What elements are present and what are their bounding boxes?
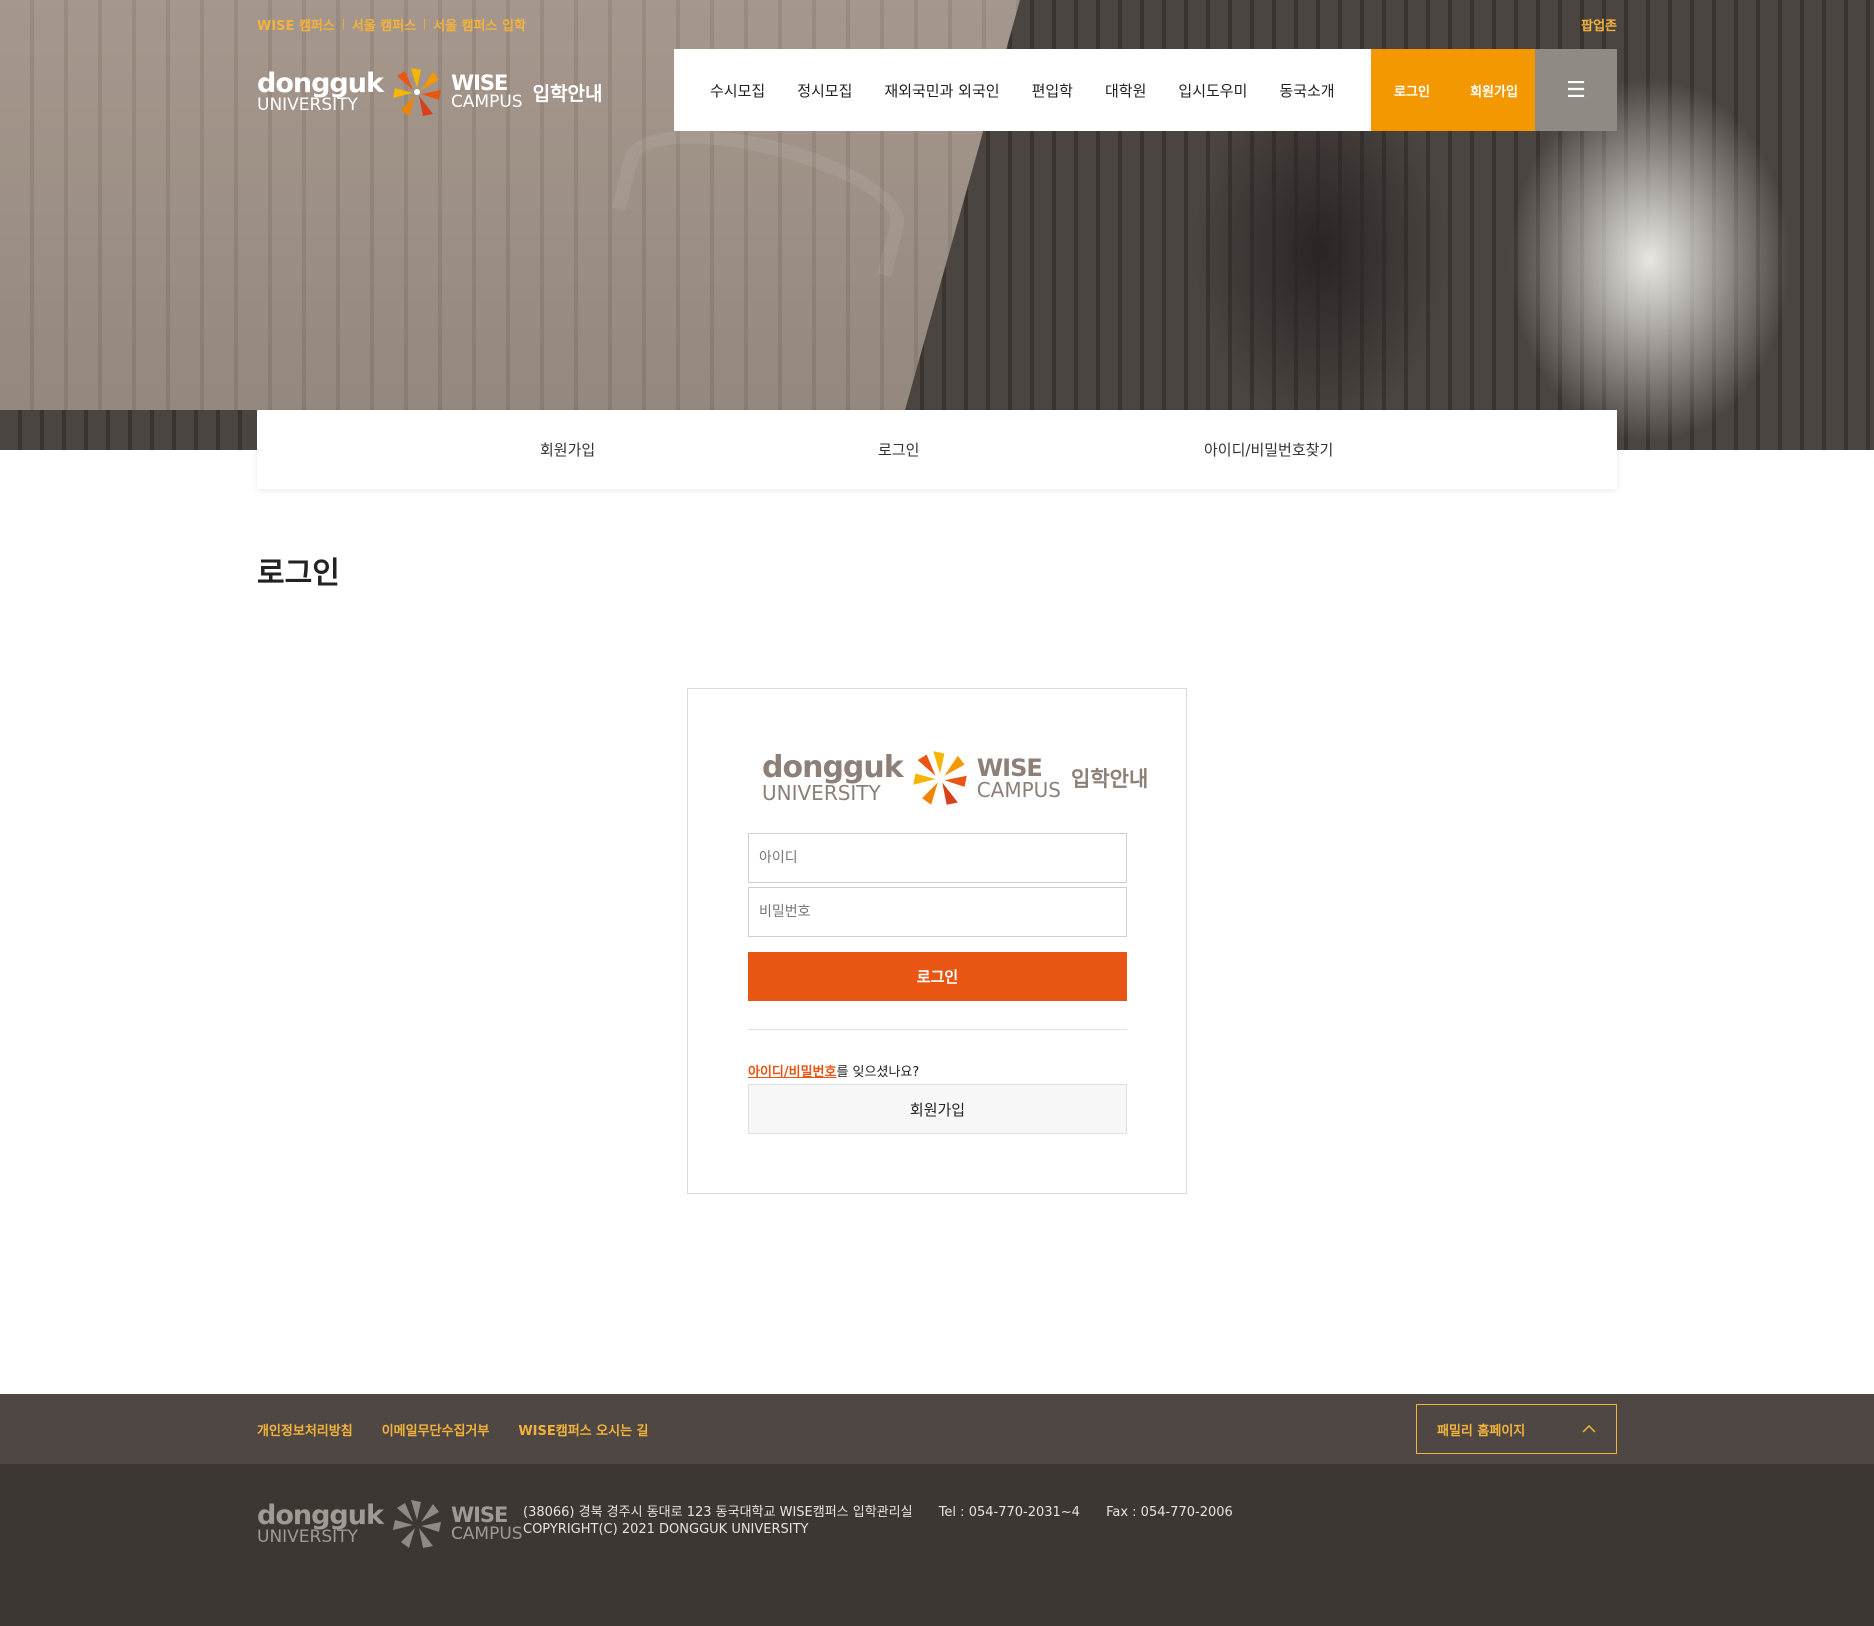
password-input[interactable] [748,887,1127,937]
tab-find-account[interactable]: 아이디/비밀번호찾기 [1204,439,1333,460]
sunburst-logo-icon [912,751,967,805]
footer-links: 개인정보처리방침 이메일무단수집거부 WISE캠퍼스 오시는 길 [257,1420,678,1439]
hero-banner: WISE 캠퍼스 서울 캠퍼스 서울 캠퍼스 입학 팝업존 dongguk UN… [0,0,1874,450]
logo-text: dongguk [257,68,384,99]
footer-contact-row: (38066) 경북 경주시 동대로 123 동국대학교 WISE캠퍼스 입학관… [523,1504,1255,1521]
footer-copyright: COPYRIGHT(C) 2021 DONGGUK UNIVERSITY [523,1522,809,1537]
family-site-label: 패밀리 홈페이지 [1437,1423,1526,1439]
find-account-link[interactable]: 아이디/비밀번호 [748,1065,836,1080]
divider [342,19,344,30]
chevron-up-icon [1582,1425,1596,1433]
join-button[interactable]: 회원가입 [1453,49,1535,131]
sunburst-logo-icon [392,68,441,116]
footer-info: (38066) 경북 경주시 동대로 123 동국대학교 WISE캠퍼스 입학관… [523,1504,1255,1538]
link-wise-campus[interactable]: WISE 캠퍼스 [257,15,335,34]
campus-wordmark: WISE CAMPUS [451,1505,523,1543]
logo-text: CAMPUS [450,1524,523,1544]
campus-wordmark: WISE CAMPUS [451,73,523,111]
nav-item-overseas[interactable]: 재외국민과 외국인 [884,80,999,101]
forgot-suffix: 를 잊으셨나요? [836,1065,920,1080]
logo-text: WISE [976,754,1043,782]
family-site-select[interactable]: 패밀리 홈페이지 [1416,1404,1617,1454]
tab-login[interactable]: 로그인 [878,439,919,460]
footer: dongguk UNIVERSITY WISE CAMPUS (38066) 경… [0,1464,1874,1626]
logo-text: CAMPUS [976,778,1061,802]
footer-logo: dongguk UNIVERSITY WISE CAMPUS [257,1498,523,1550]
nav-item-graduate[interactable]: 대학원 [1105,80,1146,101]
divider [424,19,426,30]
email-refusal-link[interactable]: 이메일무단수집거부 [382,1420,490,1439]
site-logo[interactable]: dongguk UNIVERSITY WISE CAMPUS 입학안내 [257,66,603,118]
footer-fax: Fax : 054-770-2006 [1106,1505,1233,1520]
logo-text: dongguk [257,1500,384,1531]
logo-text: WISE [450,71,508,95]
link-seoul-admission[interactable]: 서울 캠퍼스 입학 [433,15,526,34]
nav-menu-list: 수시모집 정시모집 재외국민과 외국인 편입학 대학원 입시도우미 동국소개 [674,49,1371,131]
login-button[interactable]: 로그인 [1371,49,1453,131]
logo-text: UNIVERSITY [762,781,881,805]
sub-tabs: 회원가입 로그인 아이디/비밀번호찾기 [257,410,1617,489]
page-title: 로그인 [257,556,340,591]
popup-zone-link[interactable]: 팝업존 [1581,15,1617,34]
tab-join[interactable]: 회원가입 [540,439,595,460]
logo-wordmark: dongguk UNIVERSITY [257,68,384,115]
login-panel: dongguk UNIVERSITY WISE CAMPUS 입학안내 로그인 … [687,688,1187,1194]
nav-item-transfer[interactable]: 편입학 [1032,80,1073,101]
signup-button[interactable]: 회원가입 [748,1084,1127,1134]
footer-address: (38066) 경북 경주시 동대로 123 동국대학교 WISE캠퍼스 입학관… [523,1505,913,1520]
hamburger-menu-icon[interactable]: ☰ [1535,49,1617,131]
forgot-account-text: 아이디/비밀번호를 잊으셨나요? [748,1061,919,1080]
logo-wordmark: dongguk UNIVERSITY [257,1500,384,1547]
nav-item-helper[interactable]: 입시도우미 [1178,80,1247,101]
footer-links-bar: 개인정보처리방침 이메일무단수집거부 WISE캠퍼스 오시는 길 패밀리 홈페이… [0,1394,1874,1464]
logo-text: UNIVERSITY [257,1527,358,1547]
sunburst-logo-icon [392,1500,441,1548]
logo-wordmark: dongguk UNIVERSITY [762,750,904,805]
divider [748,1029,1127,1030]
logo-text: dongguk [762,750,904,785]
logo-text: CAMPUS [450,92,523,112]
id-input[interactable] [748,833,1127,883]
nav-item-jeongsi[interactable]: 정시모집 [797,80,852,101]
logo-text: UNIVERSITY [257,95,358,115]
link-seoul-campus[interactable]: 서울 캠퍼스 [352,15,416,34]
main-nav: 수시모집 정시모집 재외국민과 외국인 편입학 대학원 입시도우미 동국소개 로… [674,49,1617,131]
privacy-policy-link[interactable]: 개인정보처리방침 [257,1420,353,1439]
login-submit-button[interactable]: 로그인 [748,952,1127,1001]
campus-wordmark: WISE CAMPUS [977,756,1061,800]
directions-link[interactable]: WISE캠퍼스 오시는 길 [518,1420,648,1439]
logo-title: 입학안내 [1071,767,1149,791]
login-logo: dongguk UNIVERSITY WISE CAMPUS 입학안내 [762,749,1148,807]
nav-item-about[interactable]: 동국소개 [1279,80,1334,101]
footer-tel: Tel : 054-770-2031~4 [938,1505,1080,1520]
logo-text: WISE [450,1503,508,1527]
logo-title: 입학안내 [532,82,603,105]
campus-links: WISE 캠퍼스 서울 캠퍼스 서울 캠퍼스 입학 [257,15,526,34]
nav-item-susi[interactable]: 수시모집 [710,80,765,101]
